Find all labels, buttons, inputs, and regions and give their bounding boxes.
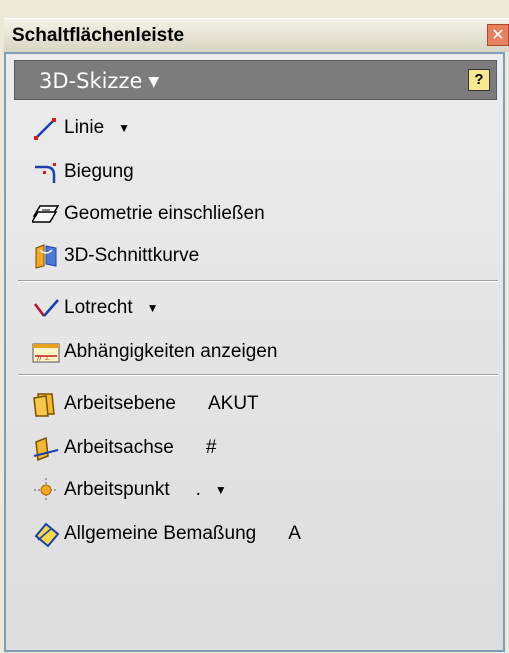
- tool-work-plane-label: Arbeitsebene: [64, 393, 176, 414]
- tool-line[interactable]: Linie ▼: [32, 112, 130, 144]
- show-constraints-icon: // ⊥: [32, 338, 60, 366]
- tool-perpendicular[interactable]: Lotrecht ▼: [32, 292, 159, 324]
- tool-general-dimension-label: Allgemeine Bemaßung: [64, 523, 257, 544]
- panel-header-dropdown[interactable]: 3D-Skizze ▼ ?: [14, 60, 497, 100]
- work-plane-icon: [32, 390, 60, 418]
- bend-icon: [32, 158, 60, 186]
- separator: [18, 374, 498, 376]
- tool-bend[interactable]: Biegung: [32, 156, 134, 188]
- work-point-icon: [32, 476, 60, 504]
- intersection-curve-icon: [32, 242, 60, 270]
- tool-work-point-label: Arbeitspunkt: [64, 479, 170, 500]
- tool-work-axis-shortcut: #: [205, 437, 217, 458]
- chevron-down-icon[interactable]: ▼: [215, 483, 227, 497]
- tool-3d-intersection-curve-label: 3D-Schnittkurve: [64, 245, 200, 266]
- tool-show-constraints-label: Abhängigkeiten anzeigen: [64, 341, 278, 362]
- tool-perpendicular-label: Lotrecht: [64, 297, 133, 318]
- general-dimension-icon: [32, 520, 60, 548]
- tool-show-constraints[interactable]: // ⊥ Abhängigkeiten anzeigen: [32, 336, 277, 368]
- svg-text:// ⊥: // ⊥: [37, 354, 50, 362]
- tool-work-point-shortcut: .: [195, 479, 201, 500]
- panel-header-label: 3D-Skizze ▼: [39, 69, 160, 93]
- help-button[interactable]: ?: [468, 69, 490, 91]
- tool-work-axis[interactable]: Arbeitsachse #: [32, 432, 216, 464]
- tool-work-plane-shortcut: AKUT: [207, 393, 259, 414]
- chevron-down-icon[interactable]: ▼: [147, 301, 159, 315]
- window-title: Schaltflächenleiste: [12, 25, 185, 46]
- title-bar[interactable]: Schaltflächenleiste ✕: [4, 18, 509, 52]
- tool-work-axis-label: Arbeitsachse: [64, 437, 174, 458]
- tool-include-geometry-label: Geometrie einschließen: [64, 203, 265, 224]
- panel-bar-window: Schaltflächenleiste ✕ 3D-Skizze ▼ ? Linie…: [0, 0, 509, 653]
- tool-bend-label: Biegung: [64, 161, 134, 182]
- chevron-down-icon[interactable]: ▼: [118, 121, 130, 135]
- include-geometry-icon: [30, 200, 60, 228]
- close-button[interactable]: ✕: [487, 24, 509, 46]
- tool-work-plane[interactable]: Arbeitsebene AKUT: [32, 388, 259, 420]
- separator: [18, 280, 498, 282]
- tool-line-label: Linie: [64, 117, 105, 138]
- tool-general-dimension-shortcut: A: [288, 523, 301, 544]
- work-axis-icon: [32, 434, 60, 462]
- tool-3d-intersection-curve[interactable]: 3D-Schnittkurve: [32, 240, 199, 272]
- perpendicular-icon: [32, 294, 60, 322]
- line-icon: [32, 114, 60, 142]
- panel-content: 3D-Skizze ▼ ? Linie ▼ Biegung Geometrie e…: [4, 52, 505, 652]
- tool-work-point[interactable]: Arbeitspunkt . ▼: [32, 474, 227, 506]
- tool-include-geometry[interactable]: Geometrie einschließen: [30, 198, 265, 230]
- chevron-down-icon: ▼: [148, 74, 160, 90]
- tool-general-dimension[interactable]: Allgemeine Bemaßung A: [32, 518, 301, 550]
